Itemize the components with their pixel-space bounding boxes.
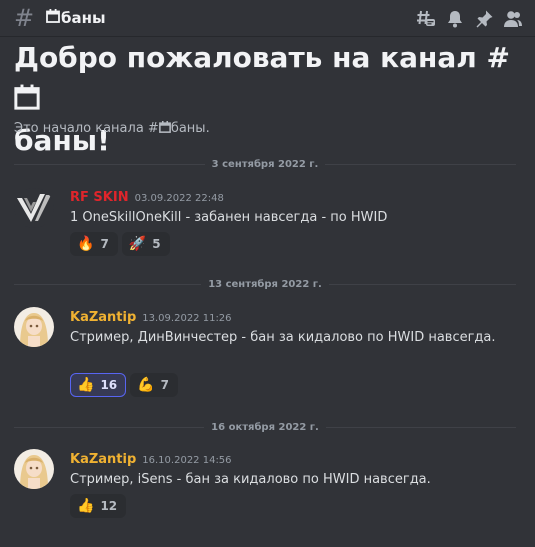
reaction-rocket[interactable]: 🚀 5 xyxy=(121,232,170,256)
calendar-icon xyxy=(46,9,60,27)
channel-title: баны xyxy=(46,9,106,27)
date-divider: 16 октября 2022 г. xyxy=(14,420,516,434)
reaction-fire[interactable]: 🔥 7 xyxy=(70,232,118,256)
date-divider-label: 16 октября 2022 г. xyxy=(211,421,319,433)
reactions: 🔥 7 🚀 5 xyxy=(70,232,170,256)
reactions: 👍 12 xyxy=(70,494,127,518)
reaction-count: 12 xyxy=(100,499,118,513)
avatar[interactable] xyxy=(14,188,54,228)
welcome-title: Добро пожаловать на канал # баны! xyxy=(14,38,519,161)
reaction-muscle[interactable]: 💪 7 xyxy=(130,373,178,397)
channel-header: # баны xyxy=(0,0,535,37)
timestamp: 03.09.2022 22:48 xyxy=(134,193,224,204)
welcome-subtitle: Это начало канала # баны. xyxy=(14,121,210,137)
date-divider-label: 13 сентября 2022 г. xyxy=(208,278,322,290)
reaction-thumbs-up[interactable]: 👍 16 xyxy=(70,373,127,397)
timestamp: 13.09.2022 11:26 xyxy=(142,313,232,324)
channel-name: баны xyxy=(61,9,106,27)
reaction-count: 7 xyxy=(100,237,109,251)
message-author-row: RF SKIN 03.09.2022 22:48 xyxy=(70,190,224,205)
members-icon[interactable] xyxy=(498,6,527,32)
message-author-row: KaZantip 13.09.2022 11:26 xyxy=(70,310,232,325)
date-divider-label: 3 сентября 2022 г. xyxy=(211,158,319,170)
channel-hash-icon: # xyxy=(14,4,35,32)
welcome-title-prefix: Добро пожаловать на канал # xyxy=(14,41,510,74)
avatar[interactable] xyxy=(14,307,54,347)
welcome-subtitle-suffix: баны. xyxy=(170,121,210,136)
message-text: Стример, iSens - бан за кидалово по HWID… xyxy=(70,472,431,487)
timestamp: 16.10.2022 14:56 xyxy=(142,455,232,466)
muscle-emoji-icon: 💪 xyxy=(137,377,155,393)
reaction-count: 7 xyxy=(160,378,169,392)
date-divider: 13 сентября 2022 г. xyxy=(14,277,516,291)
bell-icon[interactable] xyxy=(440,6,469,32)
reaction-thumbs-up[interactable]: 👍 12 xyxy=(70,494,127,518)
rocket-emoji-icon: 🚀 xyxy=(128,236,147,252)
thumbs-up-emoji-icon: 👍 xyxy=(77,377,95,393)
pin-icon[interactable] xyxy=(469,6,498,32)
header-toolbar xyxy=(411,6,527,32)
author-name[interactable]: KaZantip xyxy=(70,310,136,325)
thumbs-up-emoji-icon: 👍 xyxy=(77,498,95,514)
reaction-count: 5 xyxy=(152,237,161,251)
reaction-count: 16 xyxy=(100,378,118,392)
threads-icon[interactable] xyxy=(411,6,440,32)
author-name[interactable]: KaZantip xyxy=(70,452,136,467)
message-author-row: KaZantip 16.10.2022 14:56 xyxy=(70,452,232,467)
reactions: 👍 16 💪 7 xyxy=(70,373,178,397)
date-divider: 3 сентября 2022 г. xyxy=(14,157,516,171)
calendar-icon xyxy=(158,121,171,137)
avatar[interactable] xyxy=(14,449,54,489)
calendar-icon xyxy=(14,81,40,121)
author-name[interactable]: RF SKIN xyxy=(70,190,129,205)
message-text: Стример, ДинВинчестер - бан за кидалово … xyxy=(70,330,496,345)
welcome-subtitle-prefix: Это начало канала # xyxy=(14,121,159,136)
fire-emoji-icon: 🔥 xyxy=(77,236,95,252)
message-text: 1 OneSkillOneKill - забанен навсегда - п… xyxy=(70,210,388,225)
